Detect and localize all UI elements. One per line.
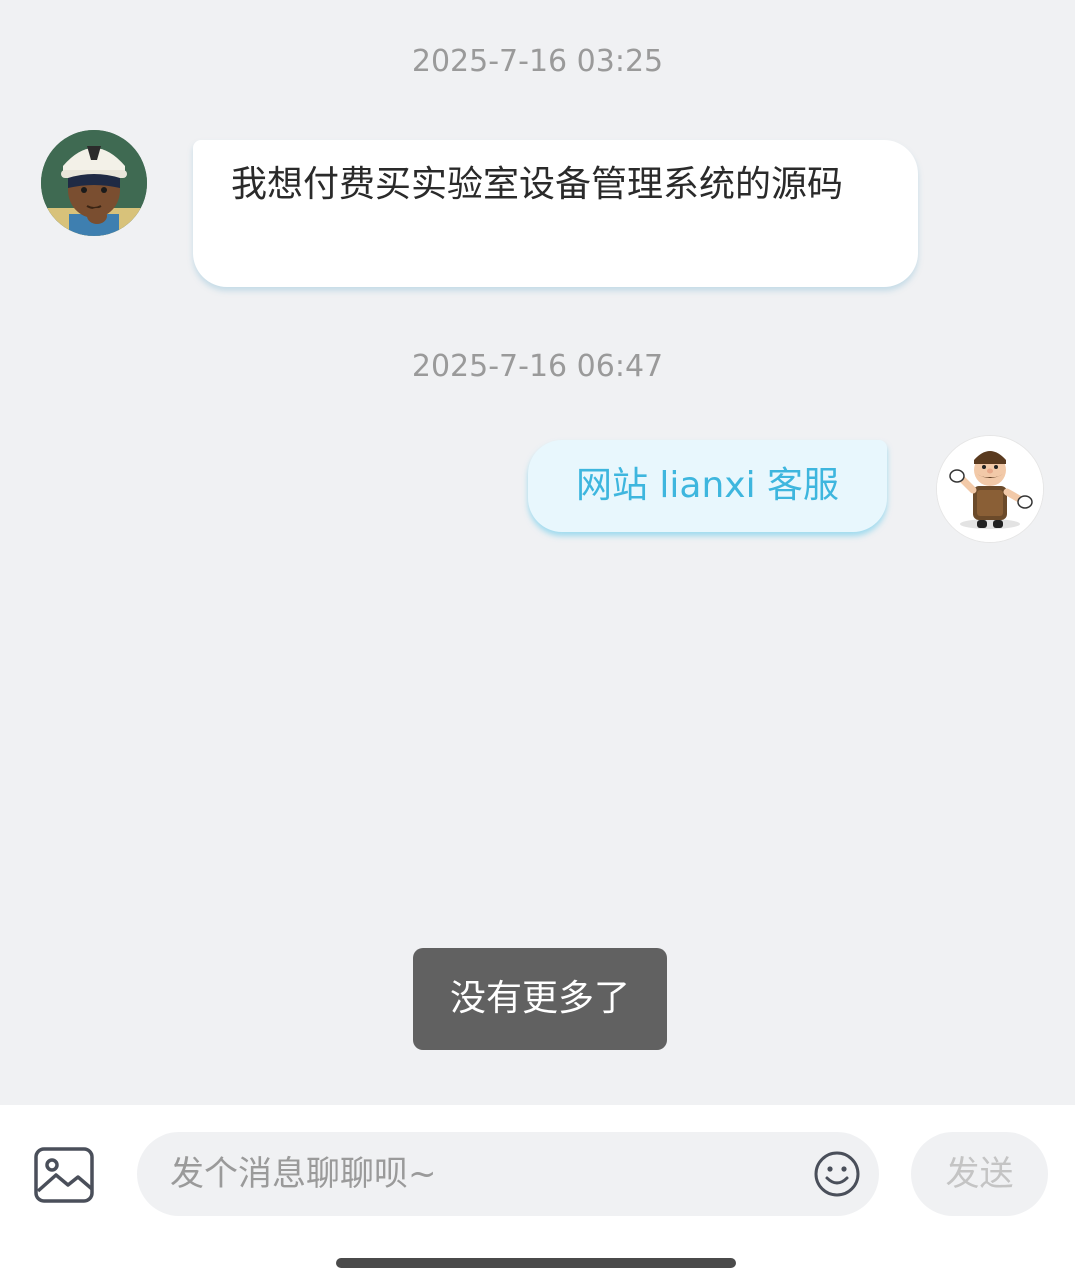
message-input-bar: 发送 (0, 1105, 1075, 1271)
message-timestamp: 2025-7-16 03:25 (411, 44, 664, 79)
smiley-icon[interactable] (813, 1150, 861, 1198)
agent-message-bubble: 网站 lianxi 客服 (528, 440, 887, 532)
home-indicator[interactable] (336, 1258, 736, 1268)
image-icon[interactable] (34, 1147, 94, 1203)
agent-avatar-image (937, 436, 1043, 542)
message-timestamp: 2025-7-16 06:47 (411, 349, 664, 384)
user-message-text: 我想付费买实验室设备管理系统的源码 (231, 164, 844, 205)
user-avatar-image (41, 130, 147, 236)
message-input[interactable] (137, 1132, 879, 1216)
send-button[interactable]: 发送 (911, 1132, 1048, 1216)
no-more-toast: 没有更多了 (413, 948, 667, 1050)
agent-message-text: 网站 lianxi 客服 (575, 465, 840, 506)
chat-area: 2025-7-16 03:25 我想付费买实验室设备管理系统的源码 2025-7… (0, 0, 1075, 1105)
agent-avatar[interactable] (937, 436, 1043, 542)
user-avatar[interactable] (41, 130, 147, 236)
user-message-bubble: 我想付费买实验室设备管理系统的源码 (193, 140, 918, 287)
